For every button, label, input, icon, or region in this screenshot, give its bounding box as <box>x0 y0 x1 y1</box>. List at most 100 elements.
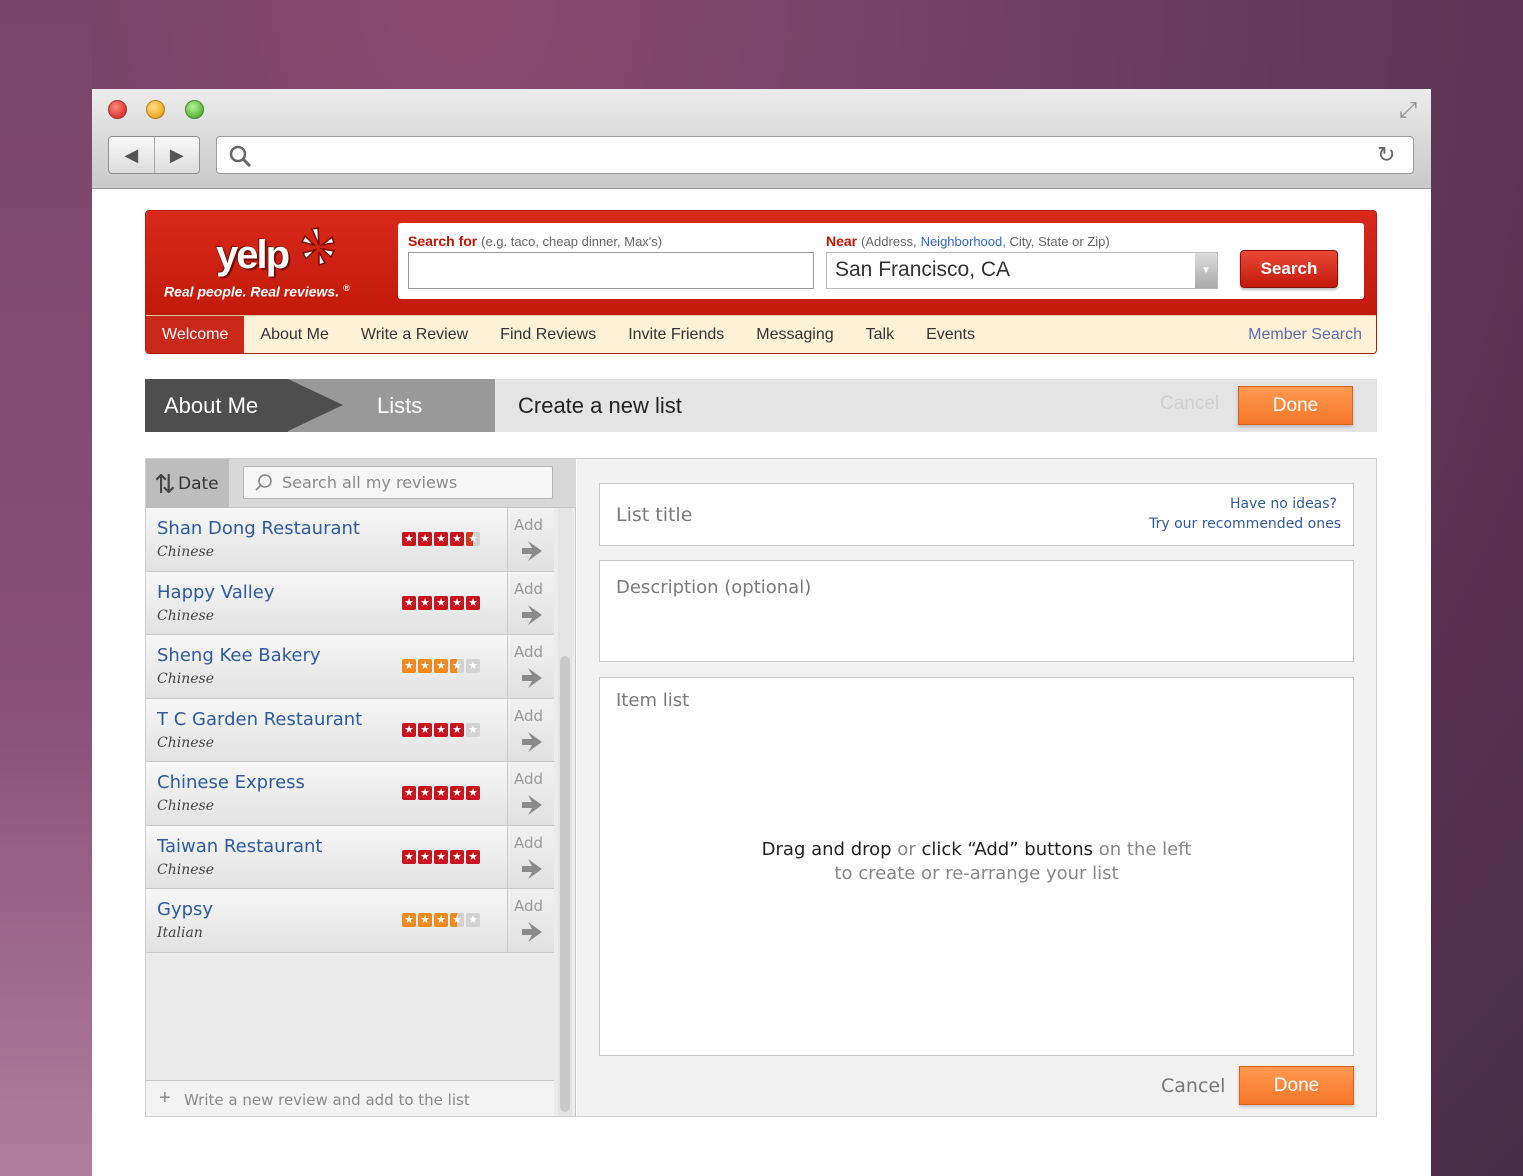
review-item[interactable]: Chinese Express Chinese ★ ★ ★ ★ ★ Add <box>146 762 554 826</box>
search-for-input[interactable] <box>408 252 814 289</box>
nav-about-me[interactable]: About Me <box>244 316 344 353</box>
member-search-link[interactable]: Member Search <box>1248 316 1362 353</box>
neighborhood-link[interactable]: Neighborhood <box>921 234 1003 249</box>
review-item[interactable]: Sheng Kee Bakery Chinese ★ ★ ★ ★ ★ Add <box>146 635 554 699</box>
plus-icon: + <box>159 1087 171 1109</box>
review-item[interactable]: Taiwan Restaurant Chinese ★ ★ ★ ★ ★ Add <box>146 825 554 889</box>
crumb-lists[interactable]: Lists <box>377 379 422 432</box>
add-button[interactable]: Add <box>507 889 554 952</box>
search-button[interactable]: Search <box>1240 250 1338 288</box>
crumb-arrow <box>288 379 343 431</box>
nav-write-review[interactable]: Write a Review <box>345 316 484 353</box>
nav-welcome[interactable]: Welcome <box>146 316 245 353</box>
forward-button[interactable]: ▶ <box>153 137 200 173</box>
nav-events[interactable]: Events <box>910 316 991 353</box>
review-search-input[interactable]: Search all my reviews <box>243 466 553 499</box>
scroll-thumb[interactable] <box>560 656 570 1112</box>
star-rating: ★ ★ ★ ★ ★ <box>402 786 480 800</box>
star-icon: ★ <box>466 722 480 737</box>
ideas-link[interactable]: Have no ideas? <box>1230 496 1337 512</box>
reviews-toolbar: ⇅ Date Search all my reviews <box>146 459 576 508</box>
star-icon: ★ <box>450 722 464 737</box>
star-icon: ★ <box>434 913 448 927</box>
cancel-button[interactable]: Cancel <box>1161 1075 1225 1097</box>
star-icon: ★ <box>402 722 416 737</box>
star-icon: ★ <box>466 913 480 927</box>
star-rating: ★ ★ ★ ★ ★ <box>402 722 480 737</box>
scrollbar[interactable] <box>558 508 572 1116</box>
add-button[interactable]: Add <box>507 762 554 825</box>
add-label: Add <box>514 516 544 534</box>
review-business-name[interactable]: Gypsy <box>157 899 213 920</box>
star-icon: ★ <box>434 532 448 546</box>
reload-icon[interactable]: ↻ <box>1377 143 1401 167</box>
review-category: Chinese <box>157 671 214 687</box>
review-category: Chinese <box>157 544 214 560</box>
nav-talk[interactable]: Talk <box>850 316 910 353</box>
star-icon: ★ <box>402 913 416 927</box>
star-icon: ★ <box>402 595 416 610</box>
zoom-window-button[interactable] <box>185 100 204 119</box>
add-button[interactable]: Add <box>507 825 554 888</box>
near-input[interactable]: San Francisco, CA ▼ <box>826 252 1218 289</box>
review-business-name[interactable]: Taiwan Restaurant <box>157 836 322 857</box>
nav-find-reviews[interactable]: Find Reviews <box>484 316 612 353</box>
review-item[interactable]: Happy Valley Chinese ★ ★ ★ ★ ★ Add <box>146 571 554 635</box>
write-new-review-label: Write a new review and add to the list <box>184 1091 470 1109</box>
review-item[interactable]: T C Garden Restaurant Chinese ★ ★ ★ ★ ★ Add <box>146 698 554 762</box>
add-button[interactable]: Add <box>507 698 554 761</box>
review-item[interactable]: Shan Dong Restaurant Chinese ★ ★ ★ ★ ★ Add <box>146 508 554 572</box>
nav-invite-friends[interactable]: Invite Friends <box>612 316 740 353</box>
review-business-name[interactable]: T C Garden Restaurant <box>157 709 362 730</box>
review-business-name[interactable]: Chinese Express <box>157 772 305 793</box>
search-icon <box>255 474 272 491</box>
star-icon: ★ <box>418 786 432 800</box>
review-category: Chinese <box>157 607 214 624</box>
star-rating: ★ ★ ★ ★ ★ <box>402 913 480 927</box>
back-button[interactable]: ◀ <box>109 137 154 173</box>
review-business-name[interactable]: Shan Dong Restaurant <box>157 518 360 539</box>
write-new-review-button[interactable]: + Write a new review and add to the list <box>146 1080 554 1116</box>
star-icon: ★ <box>418 722 432 737</box>
list-title-placeholder: List title <box>616 504 693 526</box>
review-business-name[interactable]: Happy Valley <box>157 582 274 603</box>
review-search-placeholder: Search all my reviews <box>282 473 458 492</box>
list-editor: ⇅ Date Search all my reviews Shan Dong R… <box>145 458 1377 1117</box>
arrow-right-icon <box>522 668 542 688</box>
cancel-button[interactable]: Cancel <box>1160 393 1219 415</box>
star-icon: ★ <box>450 913 464 927</box>
search-for-label: Search for (e.g. taco, cheap dinner, Max… <box>408 233 663 249</box>
add-label: Add <box>514 770 544 788</box>
description-placeholder: Description (optional) <box>616 577 812 598</box>
review-business-name[interactable]: Sheng Kee Bakery <box>157 645 321 666</box>
yelp-logo[interactable]: yelp <box>216 233 290 278</box>
add-button[interactable]: Add <box>507 508 554 571</box>
minimize-window-button[interactable] <box>146 100 165 119</box>
browser-window: ⤢ ◀ ▶ ↻ yelp Real people. Real reviews. … <box>92 89 1431 1176</box>
fullscreen-icon[interactable]: ⤢ <box>1395 97 1421 123</box>
star-icon: ★ <box>434 786 448 800</box>
star-icon: ★ <box>402 532 416 546</box>
review-item[interactable]: Gypsy Italian ★ ★ ★ ★ ★ Add <box>146 889 554 953</box>
add-button[interactable]: Add <box>507 635 554 698</box>
description-field[interactable]: Description (optional) <box>599 560 1354 662</box>
recommended-link[interactable]: Try our recommended ones <box>1149 516 1341 532</box>
crumb-about-me[interactable]: About Me <box>145 379 288 432</box>
star-icon: ★ <box>434 659 448 673</box>
done-button[interactable]: Done <box>1238 386 1353 425</box>
review-category: Chinese <box>157 734 214 751</box>
address-bar[interactable]: ↻ <box>216 136 1414 174</box>
close-window-button[interactable] <box>108 100 127 119</box>
list-title-field[interactable]: List title Have no ideas? Try our recomm… <box>599 483 1354 546</box>
item-list-dropzone[interactable]: Item list Drag and drop or click “Add” b… <box>599 677 1354 1056</box>
chevron-down-icon[interactable]: ▼ <box>1195 253 1217 288</box>
review-category: Chinese <box>157 861 214 878</box>
done-button[interactable]: Done <box>1239 1066 1354 1105</box>
sort-by-date-button[interactable]: ⇅ Date <box>146 459 229 508</box>
history-buttons: ◀ ▶ <box>108 136 200 174</box>
add-label: Add <box>514 706 544 725</box>
breadcrumb: About Me Lists Create a new list Cancel … <box>145 379 1377 432</box>
star-icon: ★ <box>402 786 416 800</box>
nav-messaging[interactable]: Messaging <box>740 316 849 353</box>
add-button[interactable]: Add <box>507 571 554 634</box>
